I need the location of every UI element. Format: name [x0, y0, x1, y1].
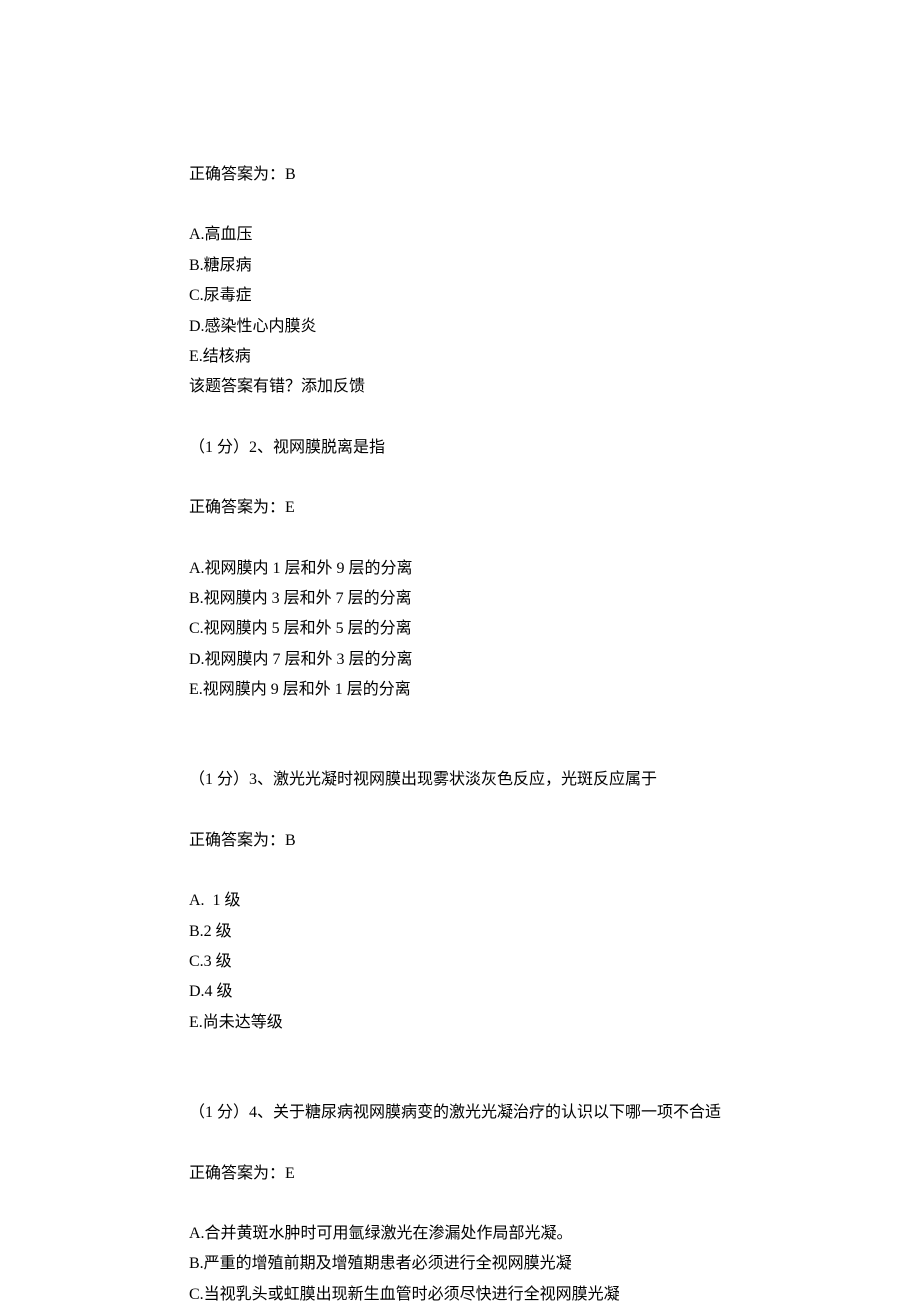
option-b: B.糖尿病	[189, 251, 749, 281]
option-e: E.视网膜内 9 层和外 1 层的分离	[189, 675, 749, 705]
answer-line: 正确答案为：B	[189, 160, 749, 190]
spacer	[189, 524, 749, 554]
spacer	[189, 856, 749, 886]
option-d: D.4 级	[189, 977, 749, 1007]
spacer	[189, 403, 749, 433]
answer-line: 正确答案为：E	[189, 493, 749, 523]
option-b: B.严重的增殖前期及增殖期患者必须进行全视网膜光凝	[189, 1249, 749, 1279]
option-b: B.视网膜内 3 层和外 7 层的分离	[189, 584, 749, 614]
answer-line: 正确答案为：B	[189, 826, 749, 856]
option-a: A.合并黄斑水肿时可用氩绿激光在渗漏处作局部光凝。	[189, 1219, 749, 1249]
question-prompt: （1 分）2、视网膜脱离是指	[189, 433, 749, 463]
option-a: A. 1 级	[189, 886, 749, 916]
option-c: C.视网膜内 5 层和外 5 层的分离	[189, 614, 749, 644]
option-e: E.结核病	[189, 342, 749, 372]
option-d: D.视网膜内 7 层和外 3 层的分离	[189, 645, 749, 675]
spacer	[189, 1189, 749, 1219]
option-b: B.2 级	[189, 917, 749, 947]
spacer	[189, 1129, 749, 1159]
spacer	[189, 1038, 749, 1098]
spacer	[189, 796, 749, 826]
document-page: 正确答案为：B A.高血压 B.糖尿病 C.尿毒症 D.感染性心内膜炎 E.结核…	[0, 0, 749, 1310]
option-e: E.尚未达等级	[189, 1008, 749, 1038]
option-c: C.当视乳头或虹膜出现新生血管时必须尽快进行全视网膜光凝	[189, 1280, 749, 1310]
option-a: A.高血压	[189, 220, 749, 250]
question-prompt: （1 分）4、关于糖尿病视网膜病变的激光光凝治疗的认识以下哪一项不合适	[189, 1098, 749, 1128]
spacer	[189, 463, 749, 493]
feedback-line: 该题答案有错？添加反馈	[189, 372, 749, 402]
spacer	[189, 705, 749, 765]
option-c: C.尿毒症	[189, 281, 749, 311]
question-prompt: （1 分）3、激光光凝时视网膜出现雾状淡灰色反应，光斑反应属于	[189, 765, 749, 795]
answer-line: 正确答案为：E	[189, 1159, 749, 1189]
spacer	[189, 190, 749, 220]
option-c: C.3 级	[189, 947, 749, 977]
option-a: A.视网膜内 1 层和外 9 层的分离	[189, 554, 749, 584]
option-d: D.感染性心内膜炎	[189, 312, 749, 342]
